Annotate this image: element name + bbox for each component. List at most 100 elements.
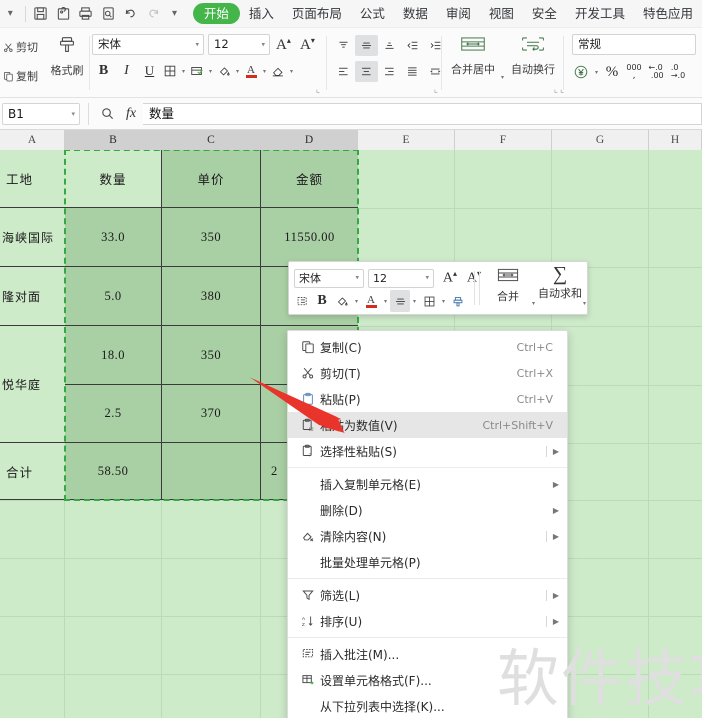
- fill-color-dropdown-arrow[interactable]: ▾: [233, 68, 242, 75]
- mini-format-painter-button[interactable]: [292, 290, 312, 312]
- merge-center-button[interactable]: 合并居中: [444, 34, 502, 77]
- cell-style-button[interactable]: [188, 60, 206, 82]
- number-format-combo[interactable]: 常规: [572, 34, 696, 55]
- percent-button[interactable]: %: [601, 61, 623, 83]
- column-header-b[interactable]: B: [65, 130, 162, 150]
- tab-view[interactable]: 视图: [480, 3, 523, 24]
- cell-b2[interactable]: 33.0: [65, 208, 162, 267]
- cell-b3[interactable]: 5.0: [65, 267, 162, 326]
- wrap-text-button[interactable]: 自动换行: [504, 34, 562, 77]
- mini-increase-font-button[interactable]: A▴: [440, 267, 460, 289]
- mini-merge-button[interactable]: 合并: [485, 266, 531, 304]
- tab-page-layout[interactable]: 页面布局: [283, 3, 351, 24]
- column-header-e[interactable]: E: [358, 130, 455, 150]
- mini-autosum-button[interactable]: ∑ 自动求和: [535, 264, 585, 301]
- column-header-a[interactable]: A: [0, 130, 65, 150]
- comma-style-button[interactable]: 000,: [623, 61, 645, 83]
- chevron-down-icon[interactable]: ▾: [425, 270, 429, 287]
- decrease-font-size-button[interactable]: A▾: [300, 34, 315, 54]
- tab-insert[interactable]: 插入: [240, 3, 283, 24]
- redo-icon[interactable]: [142, 3, 164, 25]
- bold-button[interactable]: B: [92, 60, 115, 82]
- decrease-decimal-button[interactable]: .0 →.0: [667, 61, 689, 83]
- mini-fill-dropdown-arrow[interactable]: ▾: [352, 298, 361, 305]
- menu-item-copy[interactable]: 复制(C) Ctrl+C: [288, 334, 567, 360]
- cell-b5[interactable]: 2.5: [65, 385, 162, 443]
- align-left-button[interactable]: [332, 61, 355, 82]
- cell-a6[interactable]: 合计: [0, 443, 65, 500]
- underline-button[interactable]: U: [138, 60, 161, 82]
- font-family-combo[interactable]: 宋体 ▾: [92, 34, 204, 55]
- number-dialog-launcher[interactable]: ⌞: [560, 85, 564, 95]
- tab-start[interactable]: 开始: [192, 3, 240, 24]
- fill-color-button[interactable]: [215, 60, 233, 82]
- tab-security[interactable]: 安全: [523, 3, 566, 24]
- save-icon[interactable]: [30, 3, 52, 25]
- cell-c6[interactable]: [162, 443, 261, 500]
- format-painter-button[interactable]: 格式刷: [46, 34, 88, 78]
- cell-style-dropdown-arrow[interactable]: ▾: [206, 68, 215, 75]
- mini-clear-format-button[interactable]: [448, 290, 468, 312]
- cell-b1[interactable]: 数量: [65, 150, 162, 208]
- tab-review[interactable]: 审阅: [437, 3, 480, 24]
- align-top-button[interactable]: [332, 35, 355, 56]
- font-size-combo[interactable]: 12 ▾: [208, 34, 270, 55]
- clear-format-dropdown-arrow[interactable]: ▾: [287, 68, 296, 75]
- cell-d2[interactable]: 11550.00: [261, 208, 358, 267]
- mini-font-color-button[interactable]: A: [361, 290, 381, 312]
- cell-c3[interactable]: 380: [162, 267, 261, 326]
- customize-qat-icon[interactable]: ▾: [164, 8, 185, 19]
- chevron-down-icon[interactable]: ▾: [195, 35, 199, 54]
- chevron-down-icon[interactable]: ▾: [261, 35, 265, 54]
- increase-font-size-button[interactable]: A▴: [276, 34, 291, 54]
- undo-icon[interactable]: [119, 3, 141, 25]
- align-right-button[interactable]: [378, 61, 401, 82]
- currency-dropdown-arrow[interactable]: ▾: [592, 69, 601, 76]
- menu-item-insert-copied-cells[interactable]: 插入复制单元格(E) ▶: [288, 471, 567, 497]
- align-center-button[interactable]: [355, 61, 378, 82]
- mini-borders-dropdown-arrow[interactable]: ▾: [439, 298, 448, 305]
- cell-c1[interactable]: 单价: [162, 150, 261, 208]
- formula-input[interactable]: 数量: [143, 102, 702, 125]
- cell-b4[interactable]: 18.0: [65, 326, 162, 385]
- menu-item-clear-contents[interactable]: 清除内容(N) ▶: [288, 523, 567, 549]
- justify-button[interactable]: [401, 61, 424, 82]
- font-dialog-launcher[interactable]: ⌞: [316, 85, 320, 95]
- menu-item-filter[interactable]: 筛选(L) ▶: [288, 582, 567, 608]
- mini-bold-button[interactable]: B: [312, 290, 332, 312]
- borders-button[interactable]: [161, 60, 179, 82]
- insert-function-button[interactable]: fx: [119, 106, 143, 122]
- decrease-indent-button[interactable]: [401, 35, 424, 56]
- print-preview-icon[interactable]: [97, 3, 119, 25]
- copy-button[interactable]: 复制: [0, 65, 46, 87]
- tab-featured-apps[interactable]: 特色应用: [634, 3, 702, 24]
- menu-chevron-icon[interactable]: ▾: [0, 8, 21, 19]
- mini-borders-button[interactable]: [419, 290, 439, 312]
- mini-fill-color-button[interactable]: [332, 290, 352, 312]
- cell-a1[interactable]: 工地: [0, 150, 65, 208]
- cloud-save-icon[interactable]: [52, 3, 74, 25]
- menu-item-paste-special[interactable]: ? 选择性粘贴(S) ▶: [288, 438, 567, 464]
- cell-a3[interactable]: 隆对面: [0, 267, 65, 326]
- column-header-f[interactable]: F: [455, 130, 552, 150]
- align-bottom-button[interactable]: [378, 35, 401, 56]
- cell-c2[interactable]: 350: [162, 208, 261, 267]
- clear-format-button[interactable]: [269, 60, 287, 82]
- font-color-button[interactable]: A: [242, 60, 260, 82]
- cell-d1[interactable]: 金额: [261, 150, 358, 208]
- column-header-d[interactable]: D: [261, 130, 358, 150]
- italic-button[interactable]: I: [115, 60, 138, 82]
- mini-autosum-dropdown-arrow[interactable]: ▾: [580, 300, 589, 307]
- column-header-c[interactable]: C: [162, 130, 261, 150]
- mini-merge-dropdown-arrow[interactable]: ▾: [529, 300, 538, 307]
- column-header-g[interactable]: G: [552, 130, 649, 150]
- chevron-down-icon[interactable]: ▾: [71, 104, 75, 124]
- mini-font-color-dropdown-arrow[interactable]: ▾: [381, 298, 390, 305]
- cut-button[interactable]: 剪切: [0, 36, 46, 58]
- merge-dialog-launcher[interactable]: ⌞: [554, 85, 558, 95]
- align-middle-button[interactable]: [355, 35, 378, 56]
- menu-item-batch-process-cells[interactable]: 批量处理单元格(P): [288, 549, 567, 575]
- borders-dropdown-arrow[interactable]: ▾: [179, 68, 188, 75]
- tab-data[interactable]: 数据: [394, 3, 437, 24]
- currency-button[interactable]: [570, 61, 592, 83]
